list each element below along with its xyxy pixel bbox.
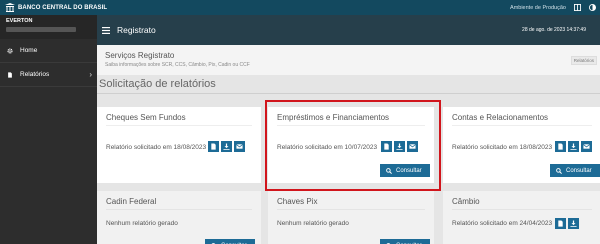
bank-logo-icon: [5, 3, 15, 12]
page-header: Registrato 28 de ago. de 2023 14:37:49: [97, 15, 600, 45]
highlight-box: [265, 100, 441, 191]
card-title: Cadin Federal: [106, 197, 157, 206]
consultar-button[interactable]: Consultar: [380, 239, 430, 244]
menu-icon[interactable]: [102, 26, 110, 34]
card-cadin-federal: Cadin Federal Nenhum relatório gerado: [97, 191, 261, 244]
view-report-button[interactable]: [208, 141, 219, 152]
envelope-icon: [236, 144, 243, 149]
card-actions: [555, 218, 579, 229]
chevron-right-icon: ›: [89, 70, 92, 79]
card-title: Cheques Sem Fundos: [106, 113, 186, 122]
download-report-button[interactable]: [221, 141, 232, 152]
services-panel: Serviços Registrato Saiba informações so…: [97, 45, 600, 75]
document-icon: [558, 220, 563, 227]
book-icon[interactable]: [574, 4, 581, 11]
card-actions: [555, 141, 592, 152]
card-title: Câmbio: [452, 197, 480, 206]
gear-icon: [7, 47, 13, 54]
user-name: EVERTON: [6, 18, 33, 24]
sidebar-item-home[interactable]: Home: [0, 39, 97, 63]
card-status: Nenhum relatório gerado: [106, 220, 178, 227]
download-report-button[interactable]: [568, 218, 579, 229]
download-icon: [570, 220, 577, 227]
sidebar-item-relatorios[interactable]: Relatórios ›: [0, 63, 97, 87]
card-status: Relatório solicitado em 18/08/2023: [106, 144, 207, 151]
card-actions: [208, 141, 245, 152]
bank-name: BANCO CENTRAL DO BRASIL: [18, 4, 108, 11]
environment-label: Ambiente de Produção: [510, 4, 566, 11]
card-status: Nenhum relatório gerado: [277, 220, 349, 227]
user-info: EVERTON: [0, 15, 97, 39]
envelope-icon: [583, 144, 590, 149]
consultar-button[interactable]: Consultar: [205, 239, 255, 244]
divider: [452, 209, 592, 210]
document-icon: [558, 143, 563, 150]
download-icon: [570, 143, 577, 150]
contrast-icon[interactable]: [589, 4, 596, 11]
services-title: Serviços Registrato: [105, 51, 175, 60]
document-icon: [211, 143, 216, 150]
main-content: Serviços Registrato Saiba informações so…: [97, 45, 600, 244]
card-title: Contas e Relacionamentos: [452, 113, 549, 122]
divider: [97, 93, 600, 94]
breadcrumb[interactable]: Relatórios: [570, 56, 597, 65]
document-icon: [8, 71, 12, 78]
email-report-button[interactable]: [234, 141, 245, 152]
search-icon: [556, 167, 562, 174]
view-report-button[interactable]: [555, 218, 566, 229]
header-datetime: 28 de ago. de 2023 14:37:49: [522, 27, 586, 33]
divider: [452, 125, 592, 126]
user-detail-redacted: [6, 27, 76, 32]
page-title: Solicitação de relatórios: [99, 78, 216, 90]
card-title: Chaves Pix: [277, 197, 318, 206]
services-subtitle: Saiba informações sobre SCR, CCS, Câmbio…: [105, 62, 250, 68]
download-report-button[interactable]: [568, 141, 579, 152]
sidebar-item-label: Home: [20, 47, 38, 54]
card-status: Relatório solicitado em 24/04/2023: [452, 220, 553, 227]
bank-logo: BANCO CENTRAL DO BRASIL: [5, 3, 107, 12]
top-bar: BANCO CENTRAL DO BRASIL Ambiente de Prod…: [0, 0, 600, 15]
card-cheques-sem-fundos: Cheques Sem Fundos Relatório solicitado …: [97, 107, 261, 239]
card-status: Relatório solicitado em 18/08/2023: [452, 144, 553, 151]
app-title: Registrato: [117, 25, 156, 35]
divider: [277, 209, 425, 210]
email-report-button[interactable]: [581, 141, 592, 152]
download-icon: [223, 143, 230, 150]
consultar-button[interactable]: Consultar: [550, 164, 600, 177]
divider: [106, 125, 252, 126]
consultar-label: Consultar: [566, 167, 592, 174]
card-chaves-pix: Chaves Pix Nenhum relatório gerado: [268, 191, 434, 244]
sidebar: EVERTON Home Relatórios ›: [0, 15, 97, 244]
sidebar-item-label: Relatórios: [20, 71, 50, 78]
divider: [106, 209, 252, 210]
view-report-button[interactable]: [555, 141, 566, 152]
